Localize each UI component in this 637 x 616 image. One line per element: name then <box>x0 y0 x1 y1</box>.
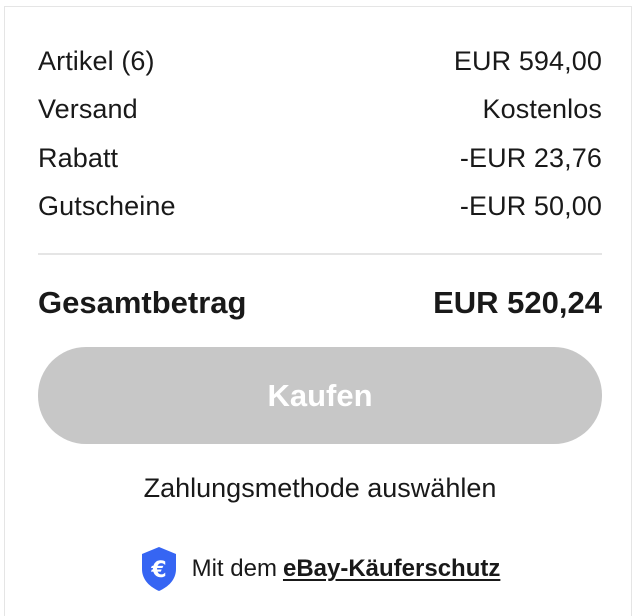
summary-rows: Artikel (6) EUR 594,00 Versand Kostenlos… <box>38 37 602 231</box>
order-total: Gesamtbetrag EUR 520,24 <box>38 285 602 321</box>
summary-value: EUR 594,00 <box>453 45 602 76</box>
summary-row-discount: Rabatt -EUR 23,76 <box>38 134 602 183</box>
summary-divider <box>38 253 602 255</box>
summary-label: Artikel (6) <box>38 45 155 76</box>
summary-value: -EUR 23,76 <box>459 142 602 173</box>
buyer-protection-prefix: Mit dem <box>191 555 277 582</box>
buy-button[interactable]: Kaufen <box>38 347 602 444</box>
buyer-protection-link[interactable]: eBay-Käuferschutz <box>283 555 500 582</box>
total-label: Gesamtbetrag <box>38 285 247 320</box>
total-value: EUR 520,24 <box>433 285 602 320</box>
euro-shield-icon: € <box>138 545 180 593</box>
summary-row-vouchers: Gutscheine -EUR 50,00 <box>38 183 602 232</box>
summary-row-shipping: Versand Kostenlos <box>38 86 602 135</box>
order-summary-card: Artikel (6) EUR 594,00 Versand Kostenlos… <box>4 6 632 616</box>
summary-value: Kostenlos <box>482 94 602 125</box>
summary-value: -EUR 50,00 <box>459 191 602 222</box>
summary-label: Gutscheine <box>38 191 176 222</box>
svg-text:€: € <box>150 558 166 583</box>
summary-row-items: Artikel (6) EUR 594,00 <box>38 37 602 86</box>
buyer-protection-text: Mit dem eBay-Käuferschutz <box>192 555 501 583</box>
summary-label: Versand <box>38 94 138 125</box>
buyer-protection: € Mit dem eBay-Käuferschutz <box>5 545 633 593</box>
summary-label: Rabatt <box>38 142 119 173</box>
select-payment-method-link[interactable]: Zahlungsmethode auswählen <box>38 473 602 504</box>
